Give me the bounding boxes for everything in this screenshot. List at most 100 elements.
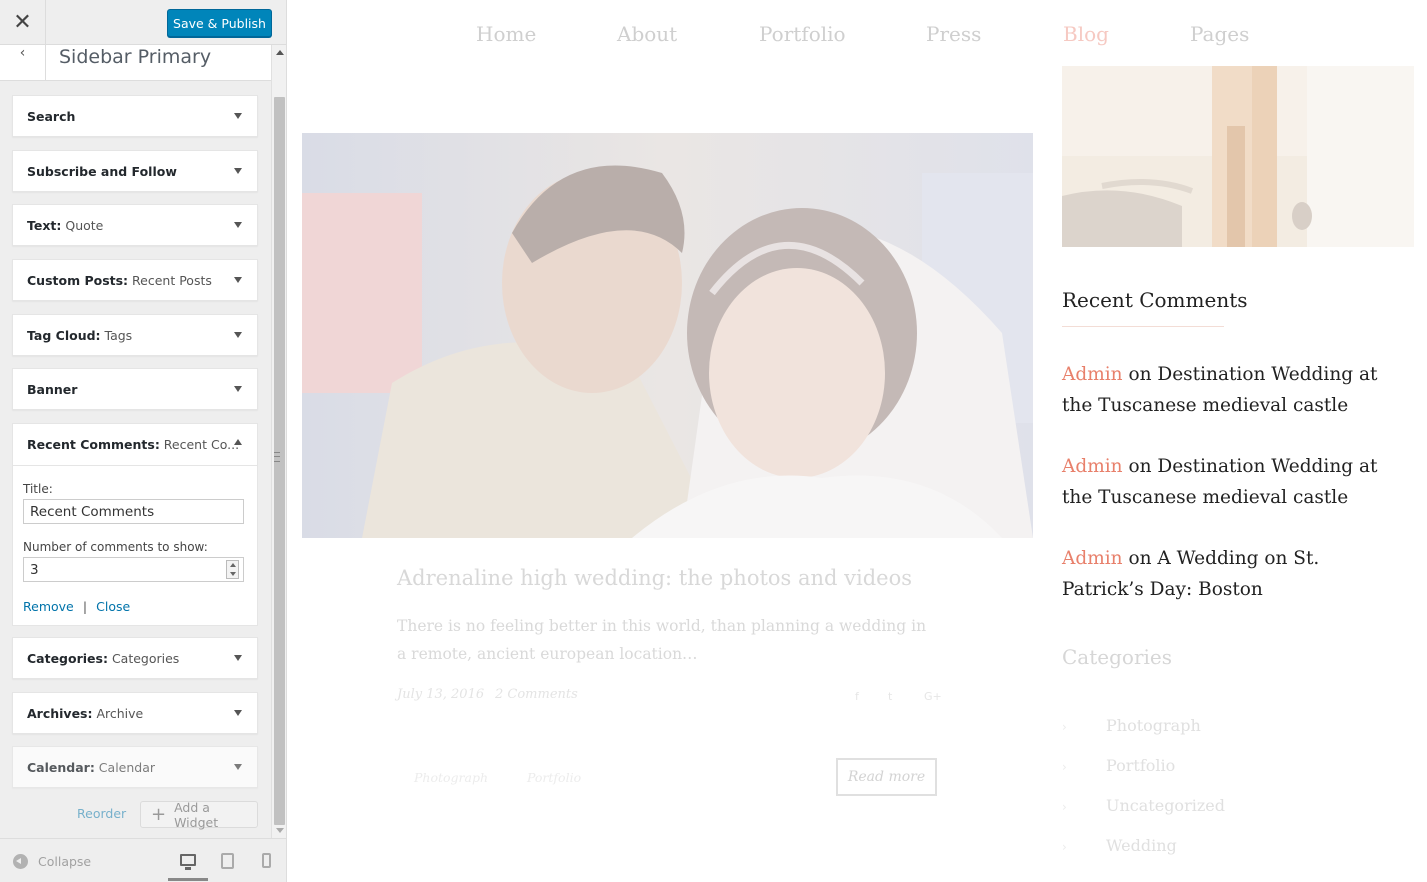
widget-header[interactable]: Recent Comments: Recent Co... — [13, 424, 257, 466]
expand-arrow-icon[interactable] — [234, 764, 242, 770]
add-widget-button[interactable]: + Add a Widget — [140, 799, 258, 830]
twitter-icon[interactable]: t — [888, 690, 892, 703]
back-chevron-icon[interactable]: ‹ — [0, 45, 46, 81]
customizer-header: ✕ Save & Publish — [0, 0, 286, 45]
tablet-preview-icon[interactable] — [221, 853, 234, 869]
widget-title: Categories: — [27, 651, 108, 666]
widget-subtitle: Calendar — [94, 760, 156, 775]
nav-home[interactable]: Home — [476, 22, 536, 46]
post-tag[interactable]: Photograph — [414, 770, 488, 785]
google-plus-icon[interactable]: G+ — [924, 690, 942, 703]
close-link[interactable]: Close — [96, 599, 130, 614]
active-device-indicator — [168, 878, 208, 881]
widget-subtitle: Categories — [107, 651, 180, 666]
scroll-down-arrow-icon[interactable] — [276, 828, 284, 833]
comment-on: on — [1122, 364, 1158, 385]
comment-author-link[interactable]: Admin — [1062, 456, 1123, 477]
resize-grip-icon[interactable] — [274, 452, 280, 462]
widget-title: Custom Posts: — [27, 273, 129, 288]
scroll-up-arrow-icon[interactable] — [276, 50, 284, 55]
comment-author-link[interactable]: Admin — [1062, 364, 1123, 385]
post-comments-count[interactable]: 2 Comments — [495, 687, 578, 702]
title-input[interactable]: Recent Comments — [23, 499, 244, 524]
widget-title: Search — [27, 109, 76, 124]
expand-arrow-icon[interactable] — [234, 710, 242, 716]
widget-title: Recent Comments: — [27, 437, 160, 452]
widget-actions: Remove | Close — [23, 596, 130, 615]
post-excerpt: There is no feeling better in this world… — [397, 617, 927, 663]
category-label[interactable]: Photograph — [1106, 716, 1201, 735]
spinner-arrows-icon[interactable] — [226, 560, 239, 579]
widget-subtitle: Quote — [61, 218, 104, 233]
expand-arrow-icon[interactable] — [234, 113, 242, 119]
facebook-icon[interactable]: f — [855, 690, 859, 703]
widget-tag-cloud[interactable]: Tag Cloud: Tags — [12, 314, 258, 356]
section-title: Sidebar Primary — [59, 46, 212, 68]
widget-recent-comments: Recent Comments: Recent Co... Title: Rec… — [12, 423, 258, 626]
post-date[interactable]: July 13, 2016 — [397, 687, 484, 702]
widget-subtitle: Archive — [92, 706, 144, 721]
save-publish-button[interactable]: Save & Publish — [167, 9, 272, 37]
comment-on: on — [1122, 548, 1158, 569]
category-item[interactable]: › Portfolio — [1062, 756, 1175, 775]
category-item[interactable]: › Uncategorized — [1062, 796, 1225, 815]
sidebar-banner-image[interactable] — [1062, 66, 1414, 247]
expand-arrow-icon[interactable] — [234, 222, 242, 228]
nav-pages[interactable]: Pages — [1190, 22, 1249, 46]
widget-text-quote[interactable]: Text: Quote — [12, 204, 258, 246]
category-item[interactable]: › Wedding — [1062, 836, 1177, 855]
nav-blog[interactable]: Blog — [1063, 22, 1109, 46]
widget-title: Calendar: — [27, 760, 95, 775]
widget-categories[interactable]: Categories: Categories — [12, 637, 258, 679]
widget-title: Text: — [27, 218, 62, 233]
expand-arrow-icon[interactable] — [234, 277, 242, 283]
separator: | — [82, 599, 88, 614]
category-label[interactable]: Uncategorized — [1106, 796, 1225, 815]
scrollbar[interactable] — [271, 45, 286, 838]
widget-banner[interactable]: Banner — [12, 368, 258, 410]
expand-arrow-icon[interactable] — [234, 655, 242, 661]
post-featured-image[interactable] — [302, 133, 1033, 538]
expand-arrow-icon[interactable] — [234, 386, 242, 392]
nav-portfolio[interactable]: Portfolio — [759, 22, 846, 46]
widget-subscribe-follow[interactable]: Subscribe and Follow — [12, 150, 258, 192]
reorder-link[interactable]: Reorder — [77, 806, 126, 821]
nav-press[interactable]: Press — [926, 22, 981, 46]
category-label[interactable]: Wedding — [1106, 836, 1177, 855]
chevron-right-icon: › — [1062, 800, 1067, 814]
count-stepper[interactable]: 3 — [23, 557, 244, 582]
widget-subtitle: Tags — [100, 328, 133, 343]
add-widget-label: Add a Widget — [174, 799, 219, 830]
recent-comments-heading: Recent Comments — [1062, 288, 1248, 312]
widget-custom-posts[interactable]: Custom Posts: Recent Posts — [12, 259, 258, 301]
expand-arrow-icon[interactable] — [234, 168, 242, 174]
collapse-label: Collapse — [38, 854, 92, 869]
expand-arrow-icon[interactable] — [234, 332, 242, 338]
collapse-icon — [13, 854, 28, 869]
desktop-preview-icon[interactable] — [180, 854, 196, 870]
customizer-footer: Collapse — [0, 838, 286, 882]
comment-author-link[interactable]: Admin — [1062, 548, 1123, 569]
read-more-button[interactable]: Read more — [836, 758, 937, 796]
chevron-right-icon: › — [1062, 760, 1067, 774]
nav-about[interactable]: About — [617, 22, 677, 46]
widget-title: Banner — [27, 382, 78, 397]
collapse-button[interactable]: Collapse — [13, 854, 91, 869]
remove-link[interactable]: Remove — [23, 599, 74, 614]
categories-heading: Categories — [1062, 645, 1172, 669]
post-tag[interactable]: Portfolio — [527, 770, 581, 785]
category-label[interactable]: Portfolio — [1106, 756, 1175, 775]
section-title-bar: ‹ Sidebar Primary — [0, 45, 271, 81]
recent-comment-item: Admin on A Wedding on St. Patrick’s Day:… — [1062, 543, 1402, 605]
collapse-arrow-icon[interactable] — [234, 439, 242, 445]
close-icon[interactable]: ✕ — [0, 0, 46, 45]
widget-archives[interactable]: Archives: Archive — [12, 692, 258, 734]
customizer-panel: ✕ Save & Publish ‹ Sidebar Primary Searc… — [0, 0, 287, 882]
heading-underline — [1062, 326, 1224, 327]
post-title[interactable]: Adrenaline high wedding: the photos and … — [397, 566, 912, 590]
mobile-preview-icon[interactable] — [262, 853, 271, 868]
widget-calendar[interactable]: Calendar: Calendar — [12, 746, 258, 788]
widget-search[interactable]: Search — [12, 95, 258, 137]
title-label: Title: — [23, 482, 53, 496]
category-item[interactable]: › Photograph — [1062, 716, 1201, 735]
